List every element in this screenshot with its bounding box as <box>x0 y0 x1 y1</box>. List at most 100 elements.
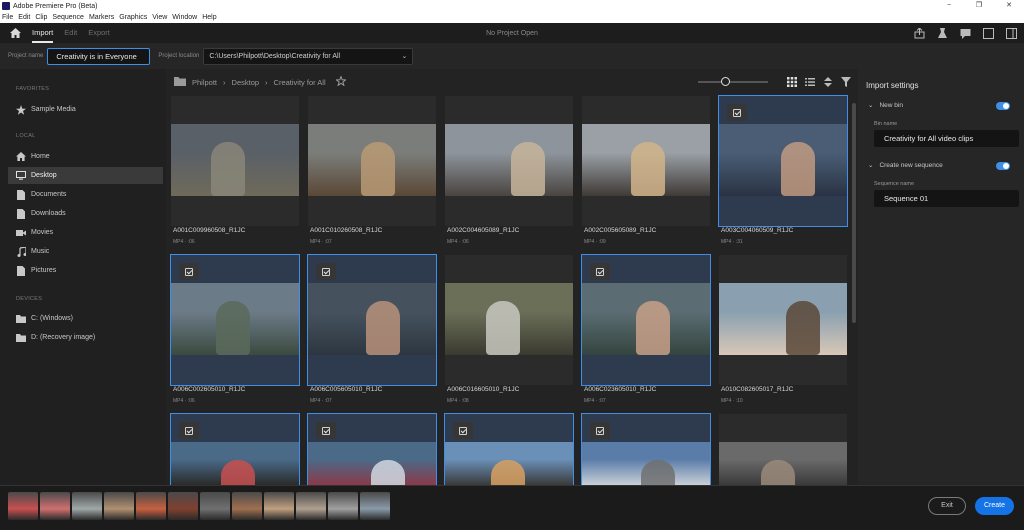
create-sequence-toggle[interactable] <box>996 162 1010 170</box>
sidebar-item-drive-d[interactable]: D: (Recovery image) <box>8 329 163 346</box>
clip-checkbox[interactable] <box>316 422 336 439</box>
sidebar-item-downloads[interactable]: Downloads <box>8 205 163 222</box>
clip-card[interactable]: A010C082605017_R1JC MP4 · :10 <box>719 255 847 404</box>
selected-clip-thumb[interactable] <box>168 492 198 520</box>
bin-name-input[interactable]: Creativity for All video clips <box>874 130 1019 147</box>
selected-clip-thumb[interactable] <box>264 492 294 520</box>
film-icon <box>16 228 26 238</box>
home-icon[interactable] <box>8 26 22 40</box>
selected-clip-thumb[interactable] <box>72 492 102 520</box>
folder-icon <box>16 314 26 324</box>
create-button[interactable]: Create <box>975 497 1014 515</box>
clip-card[interactable]: A001C009960508_R1JC MP4 · :06 <box>171 96 299 245</box>
selected-clip-thumb[interactable] <box>360 492 390 520</box>
clip-checkbox[interactable] <box>179 422 199 439</box>
thumbnail-subject <box>361 142 395 196</box>
selected-clip-thumb[interactable] <box>136 492 166 520</box>
learn-icon[interactable] <box>935 26 949 40</box>
clip-card[interactable] <box>719 414 847 485</box>
menu-sequence[interactable]: Sequence <box>52 14 84 21</box>
breadcrumb-item[interactable]: Desktop <box>232 78 260 87</box>
selected-clip-thumb[interactable] <box>232 492 262 520</box>
minimize-button[interactable]: − <box>934 0 964 12</box>
clip-card[interactable]: A003C004060509_R1JC MP4 · :31 <box>718 95 848 245</box>
clip-card[interactable] <box>307 413 437 486</box>
sidebar-item-movies[interactable]: Movies <box>8 224 163 241</box>
menu-markers[interactable]: Markers <box>89 14 114 21</box>
grid-view-icon[interactable] <box>786 76 798 88</box>
sort-icon[interactable] <box>822 76 834 88</box>
project-bar: Project name Creativity is in Everyone P… <box>0 43 1024 69</box>
menu-file[interactable]: File <box>2 14 13 21</box>
sidebar-item-pictures[interactable]: Pictures <box>8 262 163 279</box>
menu-view[interactable]: View <box>152 14 167 21</box>
document-icon <box>16 189 26 200</box>
selected-clip-thumb[interactable] <box>328 492 358 520</box>
clip-card[interactable]: A002C005605089_R1JC MP4 · :09 <box>582 96 710 245</box>
checkmark-icon <box>322 426 330 435</box>
import-settings-panel: Import settings ⌄ New bin Bin name Creat… <box>858 69 1024 485</box>
project-location-select[interactable]: C:\Users\Philpott\Desktop\Creativity for… <box>203 47 414 65</box>
list-view-icon[interactable] <box>804 76 816 88</box>
selected-clip-thumb[interactable] <box>104 492 134 520</box>
sidebar-item-label: D: (Recovery image) <box>31 334 96 341</box>
clip-card[interactable]: A001C010260508_R1JC MP4 · :07 <box>308 96 436 245</box>
clip-checkbox[interactable] <box>453 422 473 439</box>
upload-icon[interactable] <box>912 26 926 40</box>
clip-card[interactable]: A006C023605010_R1JC MP4 · :07 <box>581 254 711 404</box>
clip-checkbox[interactable] <box>727 104 747 121</box>
clip-checkbox[interactable] <box>316 263 336 280</box>
tab-export[interactable]: Export <box>88 23 110 43</box>
breadcrumb-item[interactable]: Creativity for All <box>274 78 326 87</box>
clip-meta: MP4 · :06 <box>447 239 469 245</box>
menu-graphics[interactable]: Graphics <box>119 14 147 21</box>
chevron-down-icon[interactable]: ⌄ <box>868 101 873 109</box>
chevron-down-icon[interactable]: ⌄ <box>868 161 873 169</box>
clip-card[interactable]: A006C005605010_R1JC MP4 · :07 <box>307 254 437 404</box>
breadcrumb-item[interactable]: Philpott <box>192 78 217 87</box>
clip-checkbox[interactable] <box>590 422 610 439</box>
sidebar-item-documents[interactable]: Documents <box>8 186 163 203</box>
menu-clip[interactable]: Clip <box>35 14 47 21</box>
selected-clip-thumb[interactable] <box>296 492 326 520</box>
comment-icon[interactable] <box>958 26 972 40</box>
menu-window[interactable]: Window <box>172 14 197 21</box>
project-name-input[interactable]: Creativity is in Everyone <box>47 47 151 65</box>
thumbnail-size-slider[interactable] <box>698 77 768 86</box>
sidebar-item-sample-media[interactable]: Sample Media <box>8 101 163 118</box>
tab-edit[interactable]: Edit <box>64 23 77 43</box>
sequence-name-input[interactable]: Sequence 01 <box>874 190 1019 207</box>
sidebar-item-desktop[interactable]: Desktop <box>8 167 163 184</box>
selected-clip-thumb[interactable] <box>200 492 230 520</box>
clip-card[interactable] <box>170 413 300 486</box>
menu-help[interactable]: Help <box>202 14 216 21</box>
folder-icon[interactable] <box>174 76 186 88</box>
filter-icon[interactable] <box>840 76 852 88</box>
selected-clip-thumb[interactable] <box>8 492 38 520</box>
vertical-scrollbar[interactable] <box>852 103 856 323</box>
clip-card[interactable]: A006C002605010_R1JC MP4 · :06 <box>170 254 300 404</box>
fullscreen-icon[interactable] <box>981 26 995 40</box>
clip-card[interactable] <box>581 413 711 486</box>
clip-card[interactable] <box>444 413 574 486</box>
new-bin-label: New bin <box>879 101 903 109</box>
clip-card[interactable]: A006C016605010_R1JC MP4 · :08 <box>445 255 573 404</box>
clip-checkbox[interactable] <box>590 263 610 280</box>
panel-icon[interactable] <box>1004 26 1018 40</box>
title-bar: Adobe Premiere Pro (Beta) − ❐ ✕ <box>0 0 1024 12</box>
selected-clip-thumb[interactable] <box>40 492 70 520</box>
project-status: No Project Open <box>486 29 538 37</box>
sidebar-item-drive-c[interactable]: C: (Windows) <box>8 310 163 327</box>
clip-card[interactable]: A002C004605089_R1JC MP4 · :06 <box>445 96 573 245</box>
menu-edit[interactable]: Edit <box>18 14 30 21</box>
clip-checkbox[interactable] <box>179 263 199 280</box>
slider-knob[interactable] <box>721 77 730 86</box>
tab-import[interactable]: Import <box>32 23 54 43</box>
restore-button[interactable]: ❐ <box>964 0 994 12</box>
favorite-star-icon[interactable] <box>334 75 347 88</box>
sidebar-item-home[interactable]: Home <box>8 148 163 165</box>
new-bin-toggle[interactable] <box>996 102 1010 110</box>
close-button[interactable]: ✕ <box>994 0 1024 12</box>
sidebar-item-music[interactable]: Music <box>8 243 163 260</box>
exit-button[interactable]: Exit <box>928 497 966 515</box>
